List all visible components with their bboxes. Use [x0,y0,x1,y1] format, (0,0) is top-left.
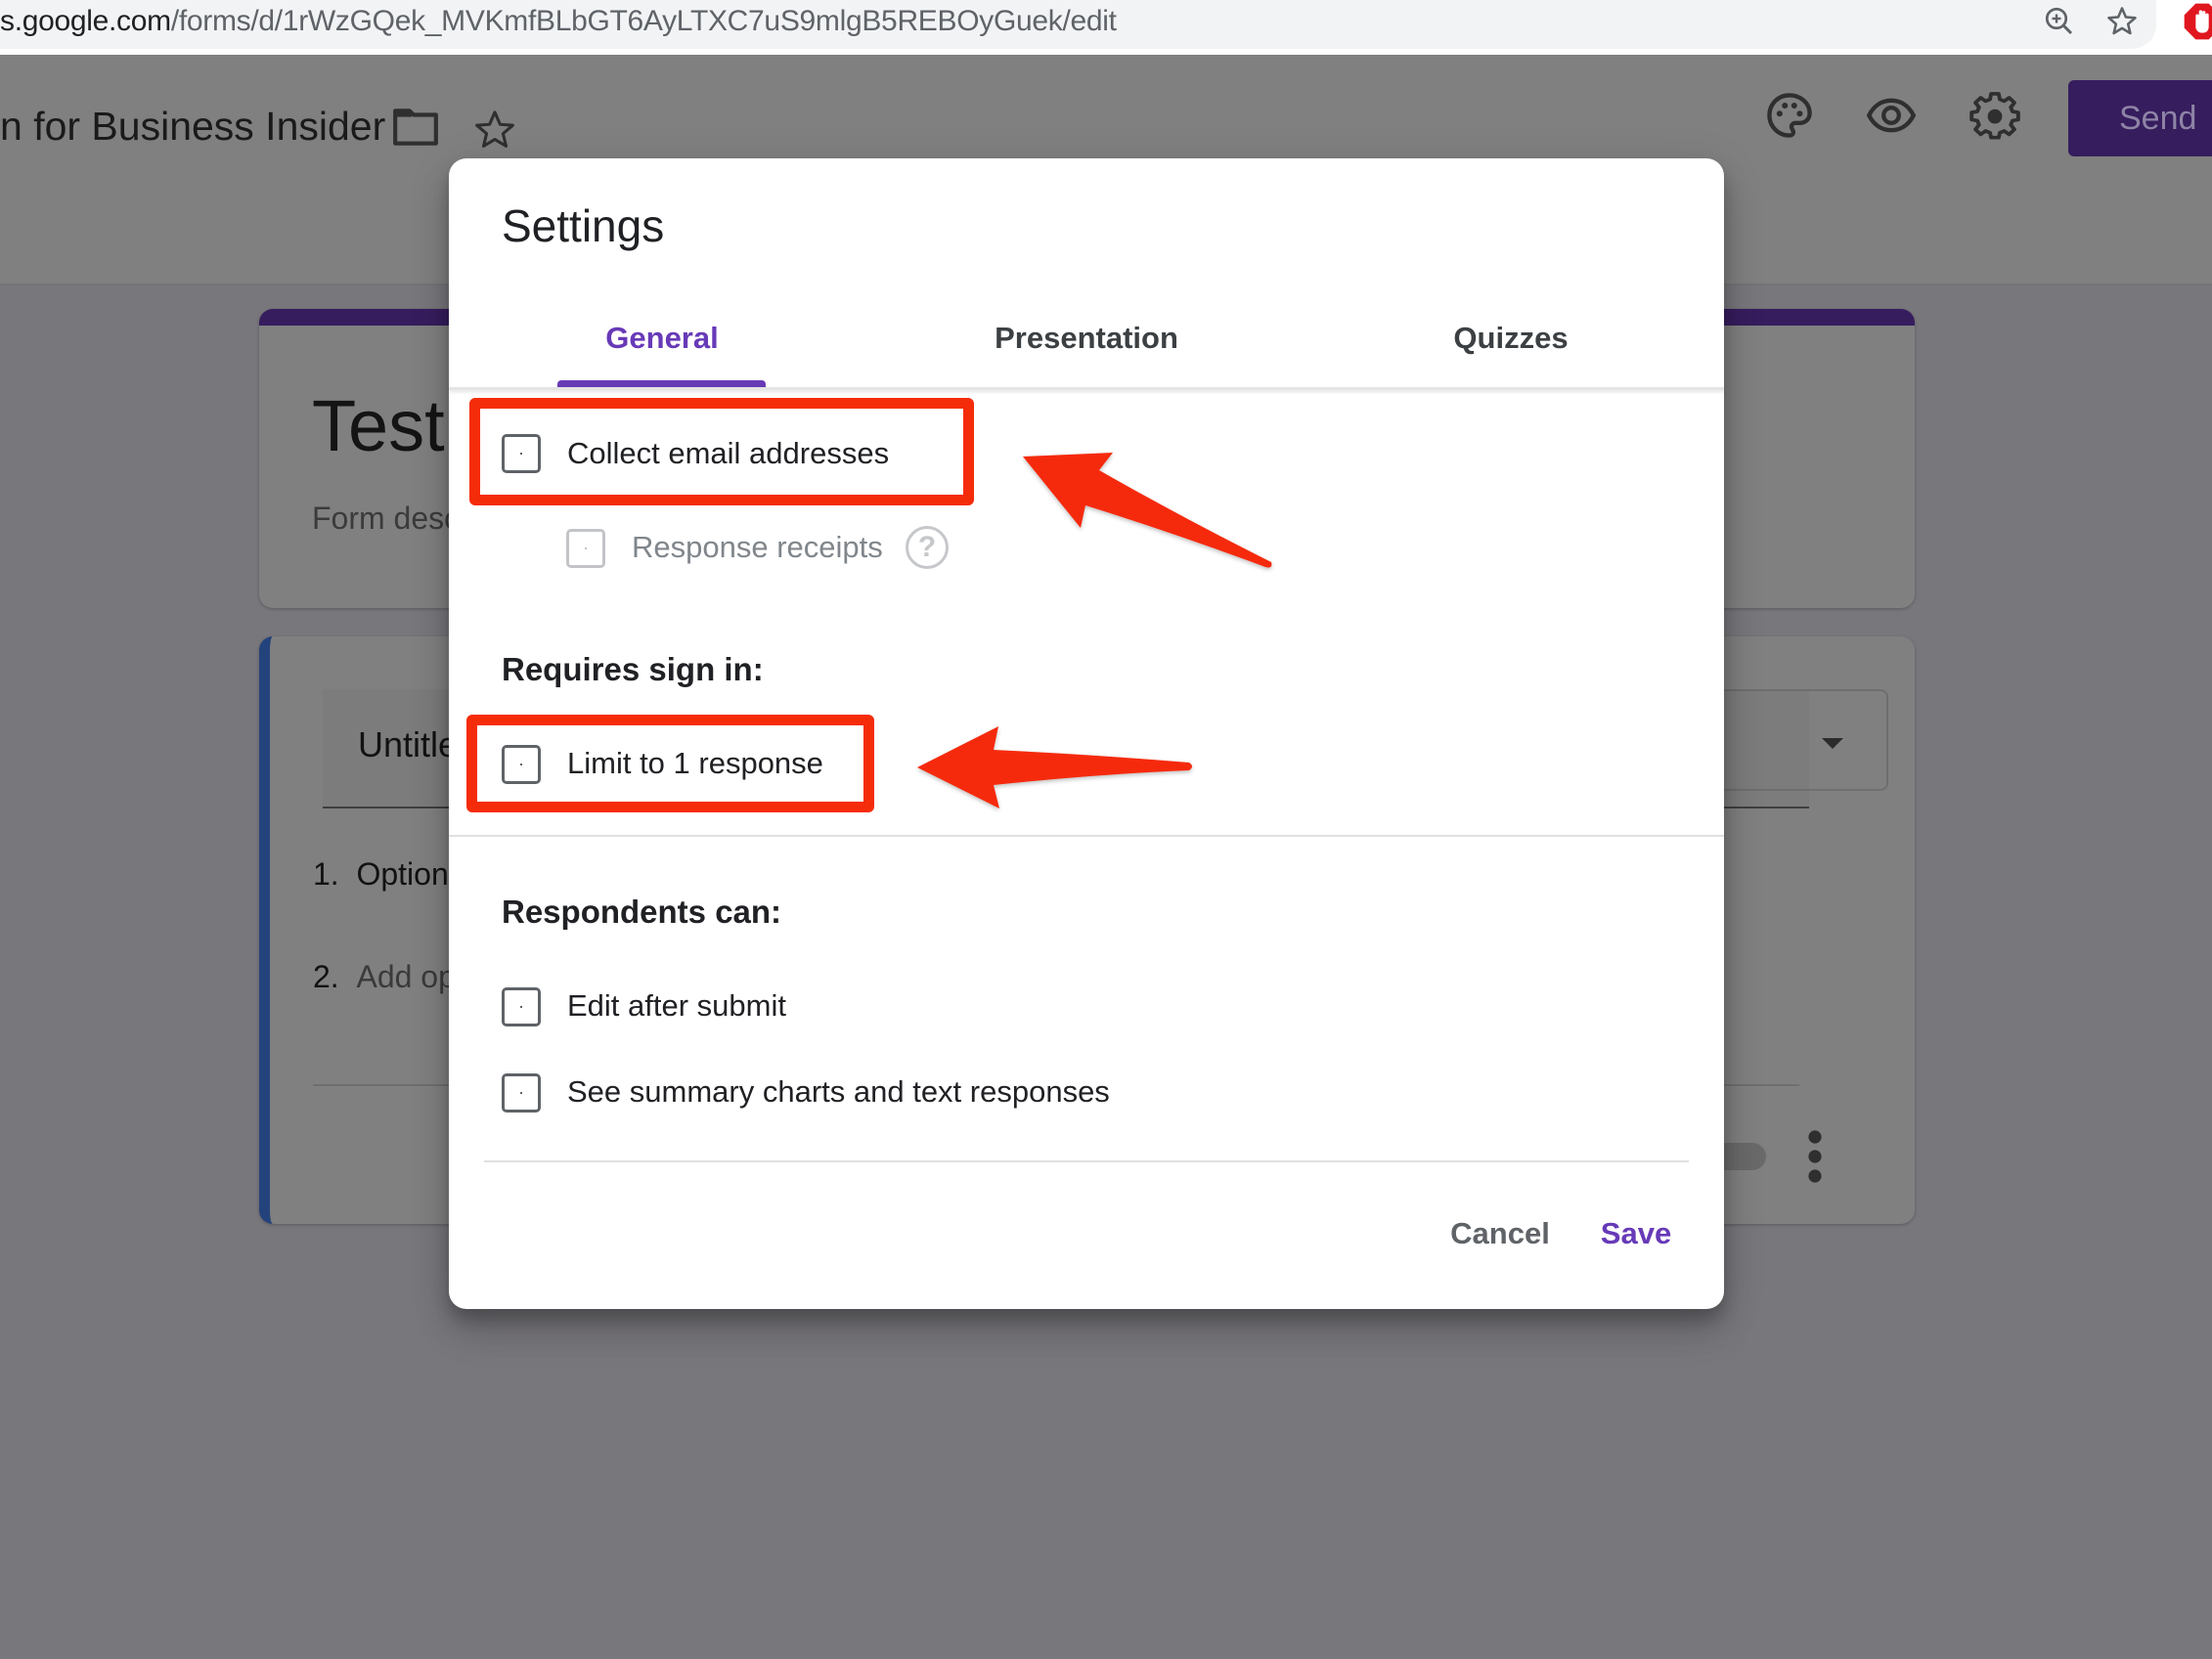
document-title[interactable]: n for Business Insider [0,102,385,151]
footer-divider [484,1160,1689,1162]
help-icon[interactable]: ? [906,526,949,569]
dialog-title: Settings [502,200,665,251]
section-divider [449,835,1724,837]
save-button[interactable]: Save [1601,1214,1671,1253]
send-button[interactable]: Send [2068,80,2212,156]
see-summary-checkbox[interactable] [502,1073,541,1113]
cancel-button[interactable]: Cancel [1450,1214,1550,1253]
form-description-field[interactable]: Form desc [312,501,460,537]
palette-icon[interactable] [1764,90,1815,141]
url-host: s.google.com [0,5,171,37]
folder-icon[interactable] [391,106,440,149]
response-receipts-label: Response receipts [632,530,883,564]
tab-presentation[interactable]: Presentation [995,319,1178,358]
settings-gear-icon[interactable] [1969,92,2020,143]
url-path: /forms/d/1rWzGQek_MVKmfBLbGT6AyLTXC7uS9m… [170,5,1117,37]
add-option-row[interactable]: 2. Add op [313,959,456,995]
zoom-icon[interactable] [2042,4,2077,39]
url-text[interactable]: s.google.com/forms/d/1rWzGQek_MVKmfBLbGT… [0,2,1117,41]
bookmark-star-icon[interactable] [2104,4,2140,39]
active-tab-indicator [557,380,766,387]
form-title-field[interactable]: Test [312,382,445,470]
response-receipts-checkbox[interactable] [566,529,605,568]
dropdown-caret-icon [1822,738,1843,749]
option-row[interactable]: 1. Option [313,856,449,893]
option-label: Option [356,856,449,892]
see-summary-label[interactable]: See summary charts and text responses [567,1072,1110,1112]
star-icon[interactable] [472,108,517,153]
question-title-text: Untitle [358,724,459,764]
adblock-icon[interactable] [2183,2,2212,41]
tab-divider [449,387,1724,390]
preview-eye-icon[interactable] [1866,90,1917,141]
add-option-label: Add op [356,959,456,994]
edit-after-submit-label[interactable]: Edit after submit [567,986,786,1026]
edit-after-submit-checkbox[interactable] [502,987,541,1026]
annotation-box-collect-email [469,398,974,505]
requires-sign-in-heading: Requires sign in: [502,651,764,687]
option-number: 2. [313,959,339,994]
tab-quizzes[interactable]: Quizzes [1453,319,1568,358]
respondents-can-heading: Respondents can: [502,894,782,930]
tab-general[interactable]: General [605,319,718,358]
more-vert-icon[interactable] [1807,1127,1823,1186]
option-number: 1. [313,856,339,892]
annotation-box-limit-response [466,715,874,812]
